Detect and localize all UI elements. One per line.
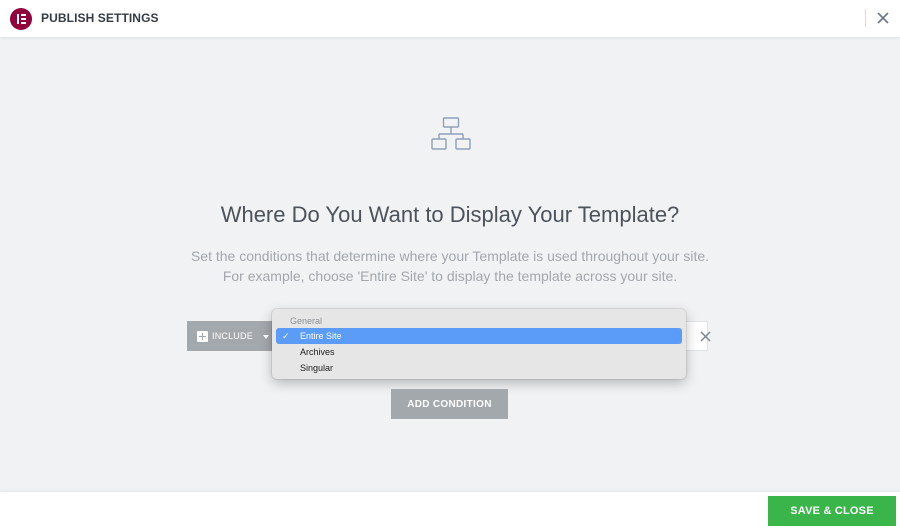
sitemap-icon: [431, 117, 471, 153]
dropdown-option-singular[interactable]: Singular: [276, 360, 682, 376]
close-icon[interactable]: [874, 9, 892, 27]
dialog-footer: SAVE & CLOSE: [0, 492, 900, 529]
include-label: INCLUDE: [212, 331, 253, 341]
save-and-close-button[interactable]: SAVE & CLOSE: [768, 496, 896, 526]
header-divider: [865, 9, 866, 27]
condition-dropdown-menu: General ✓ Entire Site Archives Singular: [272, 309, 686, 379]
page-description: Set the conditions that determine where …: [0, 246, 900, 286]
publish-settings-dialog: PUBLISH SETTINGS Where Do You Want to Di…: [0, 0, 900, 529]
dialog-header: PUBLISH SETTINGS: [0, 0, 900, 37]
dropdown-option-entire-site[interactable]: ✓ Entire Site: [276, 328, 682, 344]
page-title: Where Do You Want to Display Your Templa…: [220, 202, 680, 227]
plus-square-icon: [197, 331, 208, 342]
option-label: Entire Site: [300, 331, 342, 341]
option-label: Singular: [300, 363, 334, 373]
description-line-2: For example, choose 'Entire Site' to dis…: [222, 268, 678, 284]
dropdown-group-label: General: [290, 316, 323, 326]
dialog-title: PUBLISH SETTINGS: [41, 11, 159, 25]
checkmark-icon: ✓: [282, 331, 290, 341]
description-line-1: Set the conditions that determine where …: [190, 248, 710, 264]
caret-down-icon: [263, 335, 269, 339]
include-exclude-select[interactable]: INCLUDE: [187, 321, 274, 351]
remove-condition-icon[interactable]: [699, 330, 712, 343]
add-condition-button[interactable]: ADD CONDITION: [391, 389, 508, 419]
elementor-logo-icon: [10, 8, 32, 30]
option-label: Archives: [300, 347, 335, 357]
dropdown-option-archives[interactable]: Archives: [276, 344, 682, 360]
